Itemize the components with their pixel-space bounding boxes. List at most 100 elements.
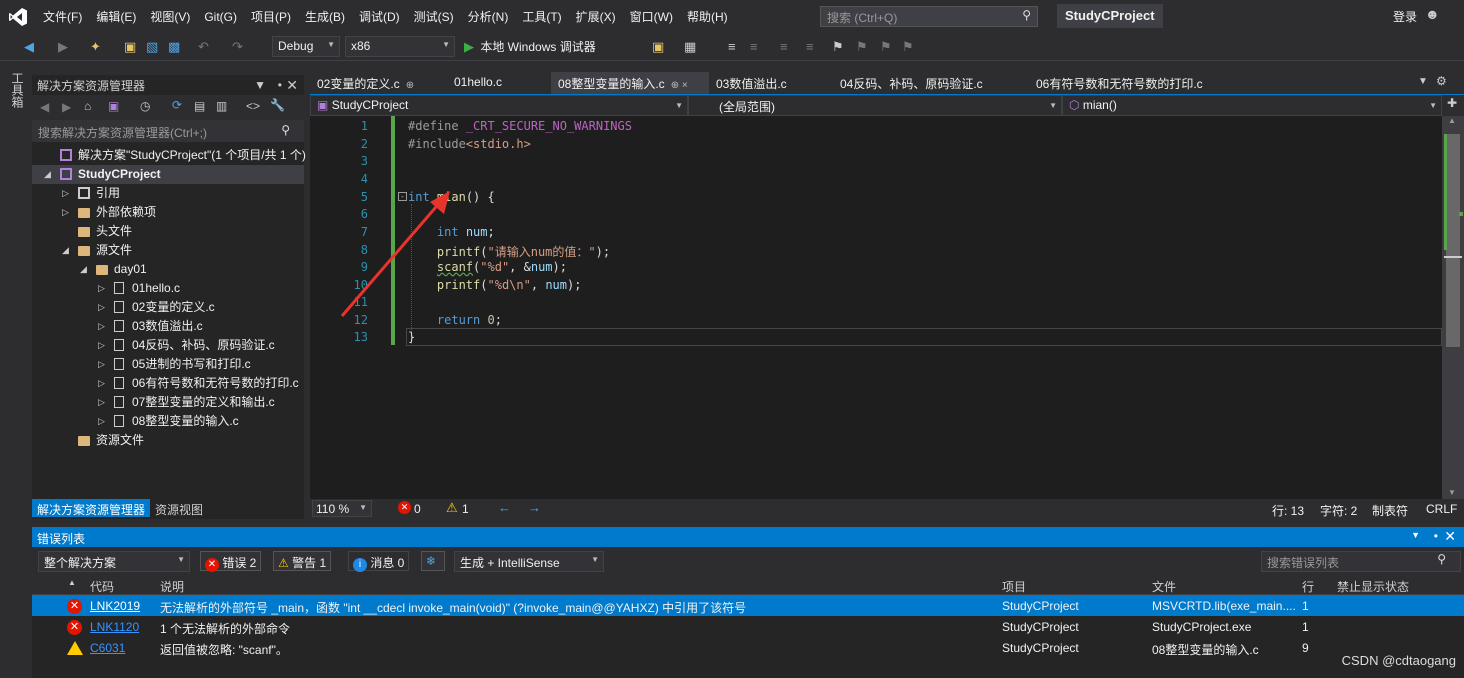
menu-item-0[interactable]: 文件(F): [36, 8, 89, 25]
expand-arrow-icon[interactable]: ▷: [98, 374, 105, 393]
platform-select[interactable]: x86 ▼: [345, 36, 455, 57]
error-code[interactable]: LNK2019: [90, 599, 140, 613]
expand-arrow-icon[interactable]: ▷: [98, 355, 105, 374]
back-icon[interactable]: ◀: [40, 100, 49, 114]
redo-icon[interactable]: ↷: [232, 39, 243, 55]
close-icon[interactable]: ✕: [1444, 528, 1456, 545]
save-icon[interactable]: ▧: [146, 39, 158, 55]
eol-indicator[interactable]: CRLF: [1426, 502, 1457, 516]
forward-icon[interactable]: ▶: [58, 39, 68, 55]
expand-arrow-icon[interactable]: ▷: [98, 298, 105, 317]
tree-node[interactable]: ▷ 引用: [32, 184, 304, 203]
tree-node[interactable]: 解决方案"StudyCProject"(1 个项目/共 1 个): [32, 146, 306, 165]
undo-icon[interactable]: ↶: [198, 39, 209, 55]
collapse-arrow-icon[interactable]: ◢: [80, 260, 87, 279]
pin-icon[interactable]: ▼: [254, 78, 266, 92]
switch-view-icon[interactable]: ▣: [108, 99, 119, 113]
menu-item-9[interactable]: 工具(T): [515, 8, 568, 25]
error-search-input[interactable]: 搜索错误列表 ⚲: [1261, 551, 1461, 572]
pin-icon[interactable]: •: [1434, 529, 1438, 543]
scroll-thumb[interactable]: [1446, 134, 1460, 347]
scope-select[interactable]: 整个解决方案 ▼: [38, 551, 190, 572]
expand-arrow-icon[interactable]: ▷: [98, 412, 105, 431]
prev-bookmark-icon[interactable]: ⚑: [856, 39, 868, 55]
col-file[interactable]: 文件: [1152, 578, 1176, 595]
error-row[interactable]: C6031 返回值被忽略: "scanf"。 StudyCProject 08整型变量…: [32, 637, 1464, 658]
errors-filter-button[interactable]: ✕ 错误 2: [200, 551, 262, 572]
login-link[interactable]: 登录: [1393, 8, 1417, 25]
run-debugger-button[interactable]: ▶ 本地 Windows 调试器: [464, 38, 596, 55]
collapse-icon[interactable]: ▤: [194, 99, 205, 113]
close-icon[interactable]: ✕: [286, 77, 298, 94]
next-issue-icon[interactable]: →: [528, 500, 541, 515]
error-row[interactable]: ✕ LNK1120 1 个无法解析的外部命令 StudyCProject StudyCP…: [32, 616, 1464, 637]
solution-search-input[interactable]: 搜索解决方案资源管理器(Ctrl+;) ⚲: [32, 120, 304, 142]
folder-icon[interactable]: ▣: [652, 39, 664, 55]
tab-pin-close-icon[interactable]: ⊕: [406, 80, 414, 91]
document-tab[interactable]: 06有符号数和无符号数的打印.c: [1029, 72, 1243, 94]
tree-node[interactable]: ▷ 外部依赖项: [32, 203, 304, 222]
document-tab[interactable]: 08整型变量的输入.c ⊕ ×: [551, 72, 709, 94]
tree-node[interactable]: ▷ 01hello.c: [32, 279, 304, 298]
prev-issue-icon[interactable]: ←: [498, 500, 511, 515]
menu-item-11[interactable]: 窗口(W): [623, 8, 680, 25]
browser-icon[interactable]: ▦: [684, 39, 696, 55]
scope-dropdown[interactable]: (全局范围) ▼: [688, 95, 1062, 116]
global-search-input[interactable]: 搜索 (Ctrl+Q) ⚲: [820, 6, 1038, 27]
error-count-icon[interactable]: ✕: [398, 501, 411, 514]
menu-item-5[interactable]: 生成(B): [298, 8, 352, 25]
menu-item-6[interactable]: 调试(D): [352, 8, 407, 25]
char-indicator[interactable]: 字符: 2: [1320, 502, 1357, 519]
menu-item-10[interactable]: 扩展(X): [569, 8, 623, 25]
wrench-icon[interactable]: 🔧: [270, 98, 285, 112]
tree-node[interactable]: 头文件: [32, 222, 304, 241]
col-desc[interactable]: 说明: [160, 578, 184, 595]
expand-arrow-icon[interactable]: ▷: [98, 317, 105, 336]
expand-arrow-icon[interactable]: ▷: [98, 279, 105, 298]
editor-vertical-scrollbar[interactable]: ▲ ▼: [1442, 116, 1464, 499]
tree-node[interactable]: ◢ day01: [32, 260, 304, 279]
messages-filter-button[interactable]: i 消息 0: [348, 551, 410, 572]
menu-item-4[interactable]: 项目(P): [244, 8, 298, 25]
warning-count-icon[interactable]: ⚠: [446, 500, 458, 516]
tree-node[interactable]: 资源文件: [32, 431, 304, 450]
menu-item-2[interactable]: 视图(V): [143, 8, 197, 25]
tree-node[interactable]: ▷ 02变量的定义.c: [32, 298, 304, 317]
split-icon[interactable]: ✚: [1447, 96, 1457, 110]
new-project-icon[interactable]: ✦: [90, 39, 101, 55]
member-dropdown[interactable]: ⬡ mian() ▼: [1062, 95, 1442, 116]
expand-arrow-icon[interactable]: ▷: [98, 393, 105, 412]
document-tab[interactable]: 03数值溢出.c: [709, 72, 833, 94]
clear-bookmark-icon[interactable]: ⚑: [902, 39, 914, 55]
comment-icon[interactable]: ≡: [780, 39, 788, 54]
col-line[interactable]: 行: [1302, 578, 1314, 595]
error-code[interactable]: LNK1120: [90, 620, 139, 634]
project-dropdown[interactable]: ▣ StudyCProject ▼: [310, 95, 688, 116]
expand-arrow-icon[interactable]: ▷: [62, 203, 69, 222]
expand-arrow-icon[interactable]: ▷: [98, 336, 105, 355]
build-filter-select[interactable]: 生成 + IntelliSense ▼: [454, 551, 604, 572]
col-project[interactable]: 项目: [1002, 578, 1026, 595]
menu-item-8[interactable]: 分析(N): [461, 8, 516, 25]
tree-node[interactable]: ▷ 07整型变量的定义和输出.c: [32, 393, 304, 412]
step-icon[interactable]: ≡: [728, 39, 736, 54]
tree-node[interactable]: ▷ 06有符号数和无符号数的打印.c: [32, 374, 304, 393]
tab-pin-close-icon[interactable]: ⊕ ×: [671, 80, 688, 91]
collapse-arrow-icon[interactable]: ◢: [62, 241, 69, 260]
tree-node[interactable]: ▷ 05进制的书写和打印.c: [32, 355, 304, 374]
pin-icon[interactable]: •: [278, 78, 282, 92]
tab-resource-view[interactable]: 资源视图: [150, 499, 208, 517]
tree-node[interactable]: ◢ StudyCProject: [32, 165, 304, 184]
pin-icon[interactable]: ▼: [1411, 530, 1420, 540]
line-indicator[interactable]: 行: 13: [1272, 502, 1304, 519]
col-code[interactable]: 代码: [90, 578, 114, 595]
menu-item-1[interactable]: 编辑(E): [89, 8, 143, 25]
tabs-indicator[interactable]: 制表符: [1372, 502, 1408, 519]
account-icon[interactable]: ☻: [1425, 6, 1440, 22]
tab-solution-explorer[interactable]: 解决方案资源管理器: [32, 499, 151, 517]
indent-icon[interactable]: ≡: [750, 39, 758, 54]
error-code[interactable]: C6031: [90, 641, 125, 655]
tree-node[interactable]: ▷ 08整型变量的输入.c: [32, 412, 304, 431]
error-row[interactable]: ✕ LNK2019 无法解析的外部符号 _main，函数 "int __cdecl …: [32, 595, 1464, 616]
uncomment-icon[interactable]: ≡: [806, 39, 814, 54]
